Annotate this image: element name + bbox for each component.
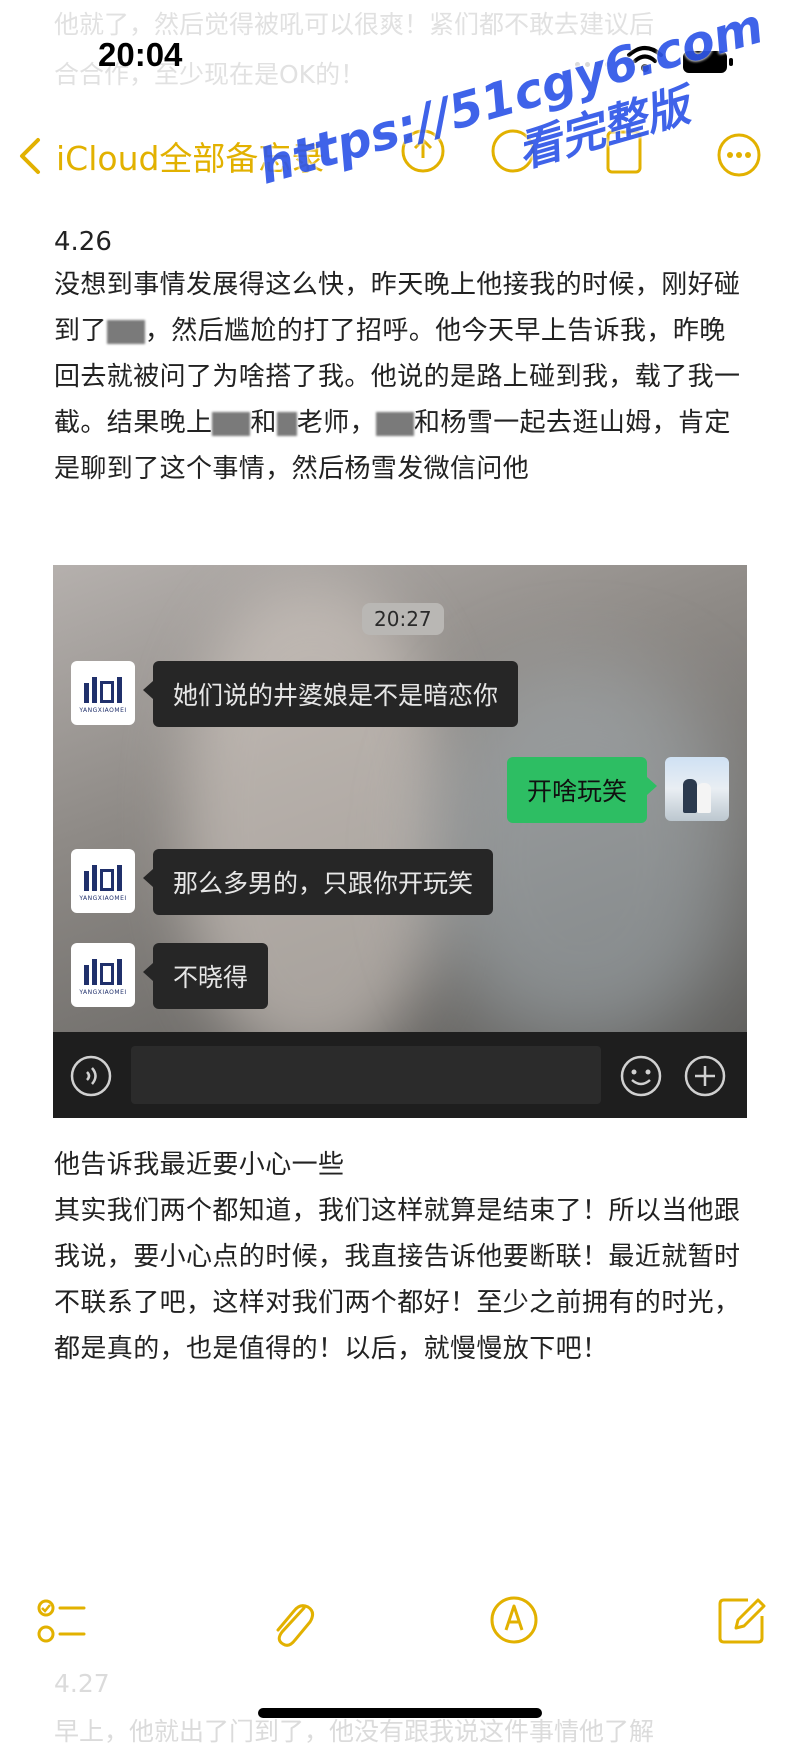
chat-input-bar (53, 1032, 747, 1118)
chat-message-left: YANGXIAOMEI 那么多男的，只跟你开玩笑 (71, 849, 494, 915)
bottom-toolbar (0, 1590, 800, 1660)
plus-icon (684, 1055, 726, 1097)
embedded-chat-screenshot[interactable]: 20:27 YANGXIAOMEI 她们说的井婆娘是不是暗恋你 开啥玩笑 YAN… (53, 565, 747, 1118)
chat-bubble: 那么多男的，只跟你开玩笑 (142, 849, 494, 915)
compose-icon[interactable] (716, 1594, 768, 1646)
note-date: 4.26 (54, 227, 112, 257)
back-button[interactable]: iCloud全部备忘录 (16, 132, 324, 180)
share-icon[interactable] (400, 128, 446, 174)
chat-timestamp: 20:27 (362, 603, 444, 635)
wifi-icon (627, 46, 663, 72)
chat-bubble: 她们说的井婆娘是不是暗恋你 (142, 661, 519, 727)
note-body[interactable]: 4.26 没想到事情发展得这么快，昨天晚上他接我的时候，刚好碰到了 ，然后尴尬的打… (54, 222, 744, 492)
status-bar: 20:04 (0, 0, 800, 110)
lock-icon[interactable] (490, 128, 536, 174)
brand-logo-avatar: YANGXIAOMEI (71, 661, 135, 725)
chat-text-field (131, 1046, 601, 1104)
nav-bar: iCloud全部备忘录 (0, 118, 800, 188)
brand-logo-avatar: YANGXIAOMEI (71, 943, 135, 1007)
checklist-icon[interactable] (36, 1596, 88, 1648)
chat-message-right: 开啥玩笑 (506, 757, 729, 823)
home-indicator[interactable] (258, 1708, 542, 1718)
more-icon[interactable] (716, 132, 762, 178)
battery-icon (683, 51, 733, 73)
chat-message-left: YANGXIAOMEI 她们说的井婆娘是不是暗恋你 (71, 661, 519, 727)
chat-bubble: 不晓得 (142, 943, 269, 1009)
note-body-continued[interactable]: 他告诉我最近要小心一些 其实我们两个都知道，我们这样就算是结束了！所以当他跟我说… (54, 1142, 744, 1372)
voice-icon (70, 1055, 112, 1097)
emoji-icon (620, 1055, 662, 1097)
note-paragraph: 其实我们两个都知道，我们这样就算是结束了！所以当他跟我说，要小心点的时候，我直接… (54, 1196, 741, 1364)
chevron-left-icon (20, 138, 40, 174)
redaction (276, 411, 297, 436)
redaction (106, 319, 145, 344)
markup-icon[interactable] (605, 126, 645, 176)
chat-message-left: YANGXIAOMEI 不晓得 (71, 943, 269, 1009)
couple-photo-avatar (665, 757, 729, 821)
clock: 20:04 (98, 36, 183, 73)
redaction (376, 411, 415, 436)
redaction (212, 411, 251, 436)
pen-markup-icon[interactable] (488, 1594, 540, 1646)
brand-logo-avatar: YANGXIAOMEI (71, 849, 135, 913)
cellular-signal-icon (575, 62, 610, 67)
chat-bubble: 开啥玩笑 (506, 757, 658, 823)
paperclip-icon[interactable] (266, 1594, 318, 1650)
back-label: iCloud全部备忘录 (56, 139, 325, 178)
note-line: 他告诉我最近要小心一些 (54, 1150, 345, 1180)
note-paragraph: 没想到事情发展得这么快，昨天晚上他接我的时候，刚好碰到了 ，然后尴尬的打了招呼。他… (54, 270, 741, 484)
